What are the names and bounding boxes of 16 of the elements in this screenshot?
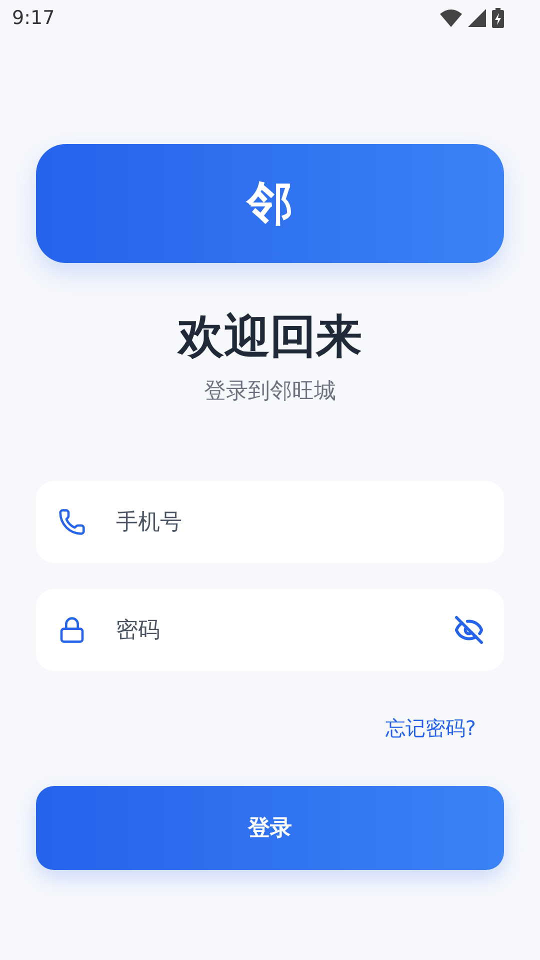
password-input[interactable]: 密码	[114, 616, 426, 644]
signal-icon	[468, 9, 486, 27]
eye-off-icon[interactable]	[454, 615, 484, 645]
forgot-password-link[interactable]: 忘记密码?	[385, 715, 476, 742]
subtitle: 登录到邻旺城	[203, 378, 337, 406]
welcome-title: 欢迎回来	[176, 309, 363, 363]
phone-input[interactable]: 手机号	[114, 508, 484, 536]
phone-icon	[58, 508, 86, 536]
wifi-icon	[440, 9, 462, 27]
logo-card: 邻	[36, 144, 504, 263]
lock-icon	[58, 616, 86, 644]
phone-field[interactable]: 手机号	[36, 481, 504, 563]
status-time: 9:17	[12, 7, 55, 29]
password-field[interactable]: 密码	[36, 589, 504, 671]
login-button[interactable]: 登录	[36, 786, 504, 870]
battery-icon	[492, 8, 504, 28]
